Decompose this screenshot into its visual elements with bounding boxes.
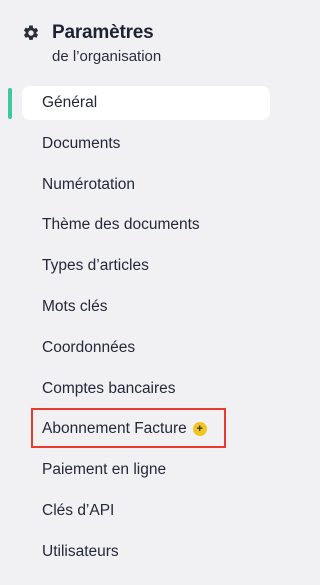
nav-item-contact-details[interactable]: Coordonnées — [22, 331, 270, 365]
nav-item-api-keys[interactable]: Clés d’API — [22, 494, 270, 528]
settings-nav: Général Documents Numérotation Thème des… — [22, 86, 270, 576]
header-title-row: Paramètres — [22, 22, 282, 44]
nav-item-label: Coordonnées — [42, 338, 136, 356]
nav-item-label: Types d’articles — [42, 257, 149, 275]
nav-item-document-theme[interactable]: Thème des documents — [22, 208, 270, 242]
nav-item-label: Paiement en ligne — [42, 461, 167, 479]
nav-item-numerotation[interactable]: Numérotation — [22, 168, 270, 202]
nav-item-documents[interactable]: Documents — [22, 127, 270, 161]
settings-header: Paramètres de l’organisation — [22, 22, 282, 66]
nav-item-label: Mots clés — [42, 297, 108, 315]
plus-badge-icon: + — [192, 422, 207, 437]
nav-item-keywords[interactable]: Mots clés — [22, 290, 270, 324]
nav-item-users[interactable]: Utilisateurs — [22, 535, 270, 569]
nav-item-label: Général — [42, 94, 98, 111]
nav-item-label: Comptes bancaires — [42, 379, 176, 397]
page-title: Paramètres — [52, 22, 154, 43]
nav-item-bank-accounts[interactable]: Comptes bancaires — [22, 372, 270, 406]
nav-item-label: Utilisateurs — [42, 542, 119, 560]
gear-icon — [22, 24, 40, 42]
page-subtitle: de l’organisation — [52, 48, 162, 65]
nav-item-label: Documents — [42, 134, 121, 152]
active-indicator — [8, 88, 12, 119]
nav-item-general[interactable]: Général — [22, 86, 270, 120]
nav-item-label: Abonnement Facture — [42, 420, 187, 438]
nav-item-subscription[interactable]: Abonnement Facture + — [22, 412, 270, 446]
nav-item-label: Numérotation — [42, 175, 136, 193]
nav-item-label: Thème des documents — [42, 216, 200, 234]
nav-item-article-types[interactable]: Types d’articles — [22, 249, 270, 283]
nav-item-label: Clés d’API — [42, 501, 115, 519]
nav-item-online-payment[interactable]: Paiement en ligne — [22, 453, 270, 487]
